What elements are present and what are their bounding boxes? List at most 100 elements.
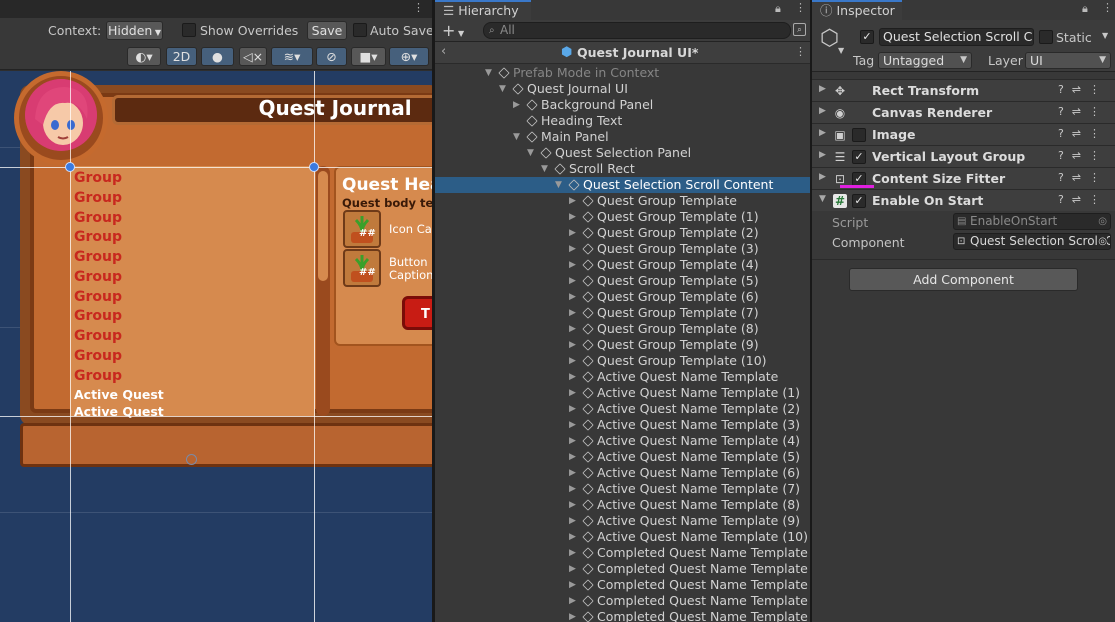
layer-dropdown[interactable]: UI ▼ <box>1025 52 1111 69</box>
foldout-collapsed-icon[interactable]: ▶ <box>569 609 576 622</box>
foldout-collapsed-icon[interactable]: ▶ <box>569 465 576 481</box>
foldout-collapsed-icon[interactable]: ▶ <box>569 449 576 465</box>
component-enabled-checkbox[interactable]: ✓ <box>852 194 866 208</box>
help-icon[interactable]: ? <box>1058 149 1072 162</box>
audio-toggle[interactable]: ◁× <box>239 47 267 66</box>
object-picker-icon[interactable]: ◎ <box>1098 234 1107 249</box>
presets-icon[interactable]: ⇌ <box>1072 149 1089 162</box>
active-checkbox[interactable]: ✓ <box>860 30 874 44</box>
foldout-collapsed-icon[interactable]: ▶ <box>569 257 576 273</box>
foldout-collapsed-icon[interactable]: ▶ <box>569 241 576 257</box>
foldout-expanded-icon[interactable]: ▼ <box>485 65 492 81</box>
more-options-icon[interactable]: ⋮ <box>795 45 806 58</box>
scene-viewport[interactable]: Quest Journal Group Group Group Group Gr… <box>0 71 432 622</box>
hierarchy-row[interactable]: ▶ Completed Quest Name Template (4) <box>435 609 810 622</box>
component-field[interactable]: ⊡ Quest Selection Scroll Content ◎ <box>953 233 1111 250</box>
component-header[interactable]: ▶ ✥ Rect Transform ?⇌⋮ <box>812 79 1115 101</box>
foldout-collapsed-icon[interactable]: ▶ <box>569 321 576 337</box>
hierarchy-row[interactable]: ▶ Active Quest Name Template (6) <box>435 465 810 481</box>
help-icon[interactable]: ? <box>1058 171 1072 184</box>
foldout-collapsed-icon[interactable]: ▶ <box>569 305 576 321</box>
gameobject-name-field[interactable]: Quest Selection Scroll Content <box>879 28 1034 46</box>
hierarchy-row[interactable]: ▶ Quest Group Template <box>435 193 810 209</box>
anchor-handle[interactable] <box>65 162 75 172</box>
hierarchy-row[interactable]: ▼ Quest Selection Panel <box>435 145 810 161</box>
hierarchy-row[interactable]: ▶ Active Quest Name Template (10) <box>435 529 810 545</box>
hierarchy-row[interactable]: ▶ Active Quest Name Template <box>435 369 810 385</box>
back-arrow-icon[interactable]: ‹ <box>441 44 446 59</box>
component-tools[interactable]: ?⇌⋮ <box>1058 171 1108 184</box>
hierarchy-row[interactable]: ▼ Main Panel <box>435 129 810 145</box>
foldout-collapsed-icon[interactable]: ▶ <box>569 417 576 433</box>
help-icon[interactable]: ? <box>1058 193 1072 206</box>
foldout-collapsed-icon[interactable]: ▶ <box>569 593 576 609</box>
hierarchy-row[interactable]: ▶ Active Quest Name Template (1) <box>435 385 810 401</box>
component-header[interactable]: ▶ ◉ Canvas Renderer ?⇌⋮ <box>812 101 1115 123</box>
component-enabled-checkbox[interactable]: ✓ <box>852 150 866 164</box>
hierarchy-row[interactable]: ▶ Completed Quest Name Template (1) <box>435 561 810 577</box>
more-options-icon[interactable]: ⋮ <box>1089 171 1108 184</box>
hierarchy-row[interactable]: ▶ Quest Group Template (2) <box>435 225 810 241</box>
hierarchy-row[interactable]: Heading Text <box>435 113 810 129</box>
foldout-expanded-icon[interactable]: ▼ <box>527 145 534 161</box>
camera-dropdown[interactable]: ■▾ <box>351 47 386 66</box>
more-options-icon[interactable]: ⋮ <box>413 1 424 14</box>
add-component-button[interactable]: Add Component <box>849 268 1078 291</box>
hierarchy-row[interactable]: ▼ Prefab Mode in Context <box>435 65 810 81</box>
foldout-icon[interactable]: ▶ <box>819 128 826 138</box>
context-dropdown[interactable]: Hidden ▼ <box>106 21 163 40</box>
tab-hierarchy[interactable]: ☰ Hierarchy <box>435 0 531 20</box>
hierarchy-row[interactable]: ▶ Quest Group Template (7) <box>435 305 810 321</box>
tab-inspector[interactable]: ⓘ Inspector <box>812 0 902 20</box>
foldout-collapsed-icon[interactable]: ▶ <box>569 513 576 529</box>
foldout-collapsed-icon[interactable]: ▶ <box>569 481 576 497</box>
hierarchy-row[interactable]: ▼ Quest Selection Scroll Content <box>435 177 810 193</box>
component-tools[interactable]: ?⇌⋮ <box>1058 105 1108 118</box>
hierarchy-row[interactable]: ▶ Active Quest Name Template (8) <box>435 497 810 513</box>
lighting-toggle[interactable]: ● <box>201 47 234 66</box>
foldout-icon[interactable]: ▶ <box>819 84 826 94</box>
foldout-collapsed-icon[interactable]: ▶ <box>569 225 576 241</box>
hierarchy-row[interactable]: ▶ Quest Group Template (10) <box>435 353 810 369</box>
anchor-handle[interactable] <box>309 162 319 172</box>
hierarchy-row[interactable]: ▼ Quest Journal UI <box>435 81 810 97</box>
component-tools[interactable]: ?⇌⋮ <box>1058 193 1108 206</box>
help-icon[interactable]: ? <box>1058 127 1072 140</box>
component-tools[interactable]: ?⇌⋮ <box>1058 149 1108 162</box>
more-options-icon[interactable]: ⋮ <box>1089 105 1108 118</box>
hierarchy-search-input[interactable]: ⌕ All <box>483 22 791 39</box>
hierarchy-row[interactable]: ▶ Quest Group Template (3) <box>435 241 810 257</box>
lock-icon[interactable]: 🔒︎ <box>1082 2 1088 16</box>
foldout-expanded-icon[interactable]: ▼ <box>541 161 548 177</box>
foldout-icon[interactable]: ▼ <box>819 194 826 204</box>
auto-save-checkbox[interactable] <box>353 23 367 37</box>
hierarchy-row[interactable]: ▶ Active Quest Name Template (7) <box>435 481 810 497</box>
hierarchy-row[interactable]: ▶ Active Quest Name Template (9) <box>435 513 810 529</box>
mode-2d-toggle[interactable]: 2D <box>166 47 197 66</box>
foldout-collapsed-icon[interactable]: ▶ <box>569 353 576 369</box>
hierarchy-row[interactable]: ▼ Scroll Rect <box>435 161 810 177</box>
component-header[interactable]: ▶ ☰ ✓ Vertical Layout Group ?⇌⋮ <box>812 145 1115 167</box>
lock-icon[interactable]: 🔒︎ <box>775 2 781 16</box>
presets-icon[interactable]: ⇌ <box>1072 193 1089 206</box>
foldout-expanded-icon[interactable]: ▼ <box>499 81 506 97</box>
foldout-collapsed-icon[interactable]: ▶ <box>569 401 576 417</box>
foldout-collapsed-icon[interactable]: ▶ <box>569 369 576 385</box>
more-options-icon[interactable]: ⋮ <box>1089 149 1108 162</box>
foldout-collapsed-icon[interactable]: ▶ <box>569 337 576 353</box>
static-chevron-down-icon[interactable]: ▼ <box>1102 31 1108 40</box>
foldout-collapsed-icon[interactable]: ▶ <box>569 209 576 225</box>
scrollbar-thumb[interactable] <box>318 171 328 281</box>
foldout-collapsed-icon[interactable]: ▶ <box>569 497 576 513</box>
foldout-collapsed-icon[interactable]: ▶ <box>569 273 576 289</box>
hierarchy-row[interactable]: ▶ Quest Group Template (8) <box>435 321 810 337</box>
foldout-collapsed-icon[interactable]: ▶ <box>569 545 576 561</box>
more-options-icon[interactable]: ⋮ <box>1089 127 1108 140</box>
foldout-icon[interactable]: ▶ <box>819 150 826 160</box>
component-enabled-checkbox[interactable] <box>852 128 866 142</box>
foldout-collapsed-icon[interactable]: ▶ <box>569 529 576 545</box>
more-options-icon[interactable]: ⋮ <box>795 1 806 14</box>
hierarchy-row[interactable]: ▶ Quest Group Template (6) <box>435 289 810 305</box>
quest-button-tile[interactable]: ## <box>343 249 381 287</box>
presets-icon[interactable]: ⇌ <box>1072 83 1089 96</box>
